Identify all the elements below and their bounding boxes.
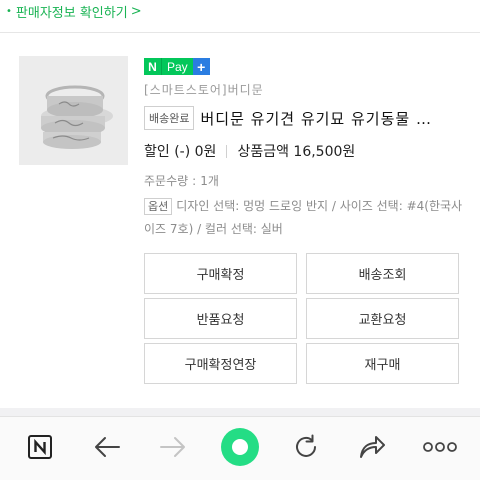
browser-toolbar bbox=[0, 416, 480, 480]
quantity-separator: : bbox=[192, 174, 197, 188]
back-button[interactable] bbox=[87, 427, 127, 467]
back-arrow-icon bbox=[95, 437, 120, 457]
product-title-row[interactable]: 배송완료 버디문 유기견 유기묘 유기동물 … bbox=[144, 106, 466, 130]
pay-label: Pay bbox=[167, 59, 188, 74]
naver-n-logo: N bbox=[144, 58, 162, 75]
product-thumbnail[interactable] bbox=[19, 56, 128, 165]
reload-icon bbox=[296, 434, 316, 457]
bullet-icon: • bbox=[6, 5, 12, 17]
price-divider bbox=[226, 144, 228, 158]
seller-info-link[interactable]: • 판매자정보 확인하기 > bbox=[0, 0, 142, 22]
chevron-right-icon: > bbox=[130, 3, 142, 19]
seller-info-label: 판매자정보 확인하기 bbox=[15, 5, 128, 21]
home-button[interactable] bbox=[220, 427, 260, 467]
quantity-row: 주문수량:1개 bbox=[144, 172, 219, 189]
price-row: 할인 (-) 0원 상품금액 16,500원 bbox=[144, 141, 355, 161]
share-icon bbox=[360, 436, 385, 458]
naver-pay-badge: N Pay + bbox=[144, 58, 210, 75]
product-amount: 상품금액 16,500원 bbox=[237, 144, 356, 160]
delivery-status-badge: 배송완료 bbox=[144, 106, 195, 130]
order-action-buttons: 구매확정 배송조회 반품요청 교환요청 구매확정연장 재구매 bbox=[144, 253, 461, 384]
purchase-confirm-button[interactable]: 구매확정 bbox=[144, 253, 297, 294]
reload-button[interactable] bbox=[286, 427, 326, 467]
option-badge: 옵션 bbox=[144, 198, 173, 215]
naver-n-icon bbox=[28, 435, 52, 459]
extend-confirm-button[interactable]: 구매확정연장 bbox=[144, 343, 297, 384]
quantity-label: 주문수량 bbox=[144, 174, 189, 188]
more-button[interactable] bbox=[420, 427, 460, 467]
section-spacer bbox=[0, 408, 480, 416]
option-info: 옵션 디자인 선택: 멍멍 드로잉 반지 / 사이즈 선택: #4(한국사이즈 7… bbox=[144, 195, 466, 240]
product-title: 버디문 유기견 유기묘 유기동물 … bbox=[200, 109, 432, 128]
exchange-request-button[interactable]: 교환요청 bbox=[306, 298, 459, 339]
quantity-value: 1개 bbox=[200, 174, 219, 188]
store-name: [스마트스토어]버디문 bbox=[144, 83, 264, 97]
ring-image-icon bbox=[19, 56, 128, 165]
discount-text: 할인 (-) 0원 bbox=[144, 144, 217, 160]
rebuy-button[interactable]: 재구매 bbox=[306, 343, 459, 384]
forward-arrow-icon bbox=[160, 437, 185, 457]
home-circle-icon bbox=[221, 428, 259, 466]
share-button[interactable] bbox=[352, 427, 392, 467]
forward-button[interactable] bbox=[153, 427, 193, 467]
divider bbox=[0, 32, 480, 33]
more-icon bbox=[423, 442, 457, 452]
option-text: 디자인 선택: 멍멍 드로잉 반지 / 사이즈 선택: #4(한국사이즈 7호)… bbox=[144, 199, 463, 236]
plus-icon: + bbox=[192, 58, 210, 75]
return-request-button[interactable]: 반품요청 bbox=[144, 298, 297, 339]
naver-home-button[interactable] bbox=[20, 427, 60, 467]
track-delivery-button[interactable]: 배송조회 bbox=[306, 253, 459, 294]
